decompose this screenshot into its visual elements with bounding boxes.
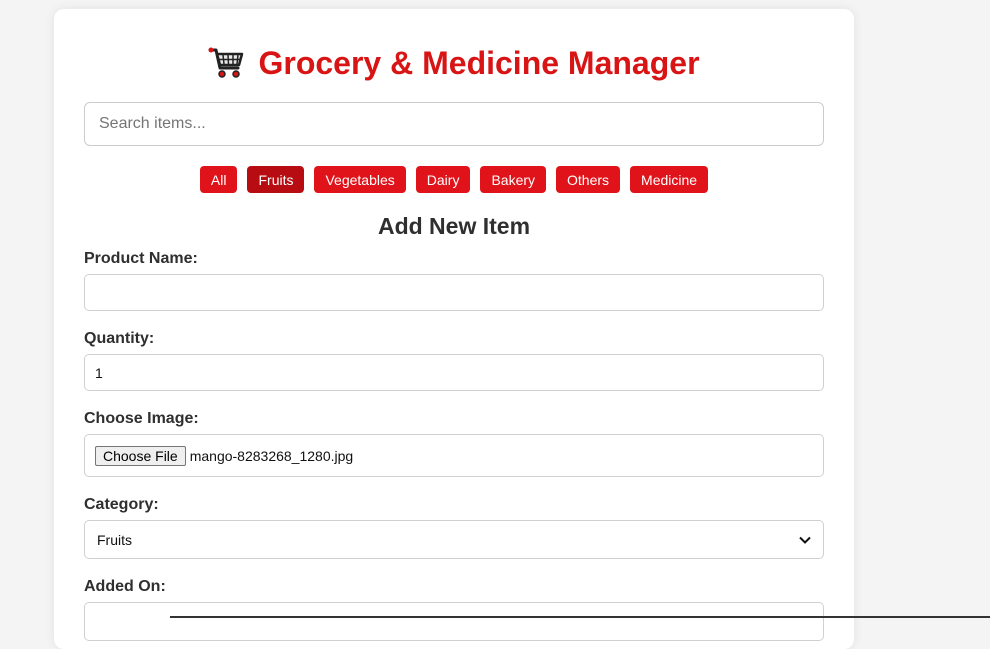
main-card: Grocery & Medicine Manager All Fruits Ve…: [54, 9, 854, 649]
image-file-input[interactable]: Choose File mango-8283268_1280.jpg: [84, 434, 824, 477]
filter-button-vegetables[interactable]: Vegetables: [314, 166, 406, 193]
category-filter-bar: All Fruits Vegetables Dairy Bakery Other…: [54, 166, 854, 193]
added-on-date-input[interactable]: [84, 602, 824, 641]
quantity-label: Quantity:: [84, 330, 155, 347]
page-header: Grocery & Medicine Manager: [54, 45, 854, 81]
choose-image-label: Choose Image:: [84, 410, 199, 427]
product-name-input[interactable]: [84, 274, 824, 311]
category-select-value: Fruits: [97, 531, 132, 548]
form-title: Add New Item: [377, 213, 531, 239]
filter-button-fruits[interactable]: Fruits: [247, 166, 305, 193]
category-select[interactable]: Fruits: [84, 520, 824, 559]
filter-button-dairy[interactable]: Dairy: [415, 166, 471, 193]
filter-button-others[interactable]: Others: [556, 166, 621, 193]
filter-button-all[interactable]: All: [199, 166, 238, 193]
page-title: Grocery & Medicine Manager: [258, 45, 700, 81]
filter-button-bakery[interactable]: Bakery: [480, 166, 547, 193]
selected-file-name: mango-8283268_1280.jpg: [189, 447, 354, 464]
chevron-down-icon: [799, 536, 811, 544]
product-name-label: Product Name:: [84, 250, 198, 267]
quantity-input[interactable]: 1: [84, 354, 824, 391]
search-input[interactable]: [84, 102, 824, 146]
filter-button-medicine[interactable]: Medicine: [630, 166, 709, 193]
category-label: Category:: [84, 496, 159, 513]
choose-file-button[interactable]: Choose File: [95, 445, 186, 466]
shopping-cart-icon: [208, 47, 244, 78]
added-on-label: Added On:: [84, 578, 166, 595]
